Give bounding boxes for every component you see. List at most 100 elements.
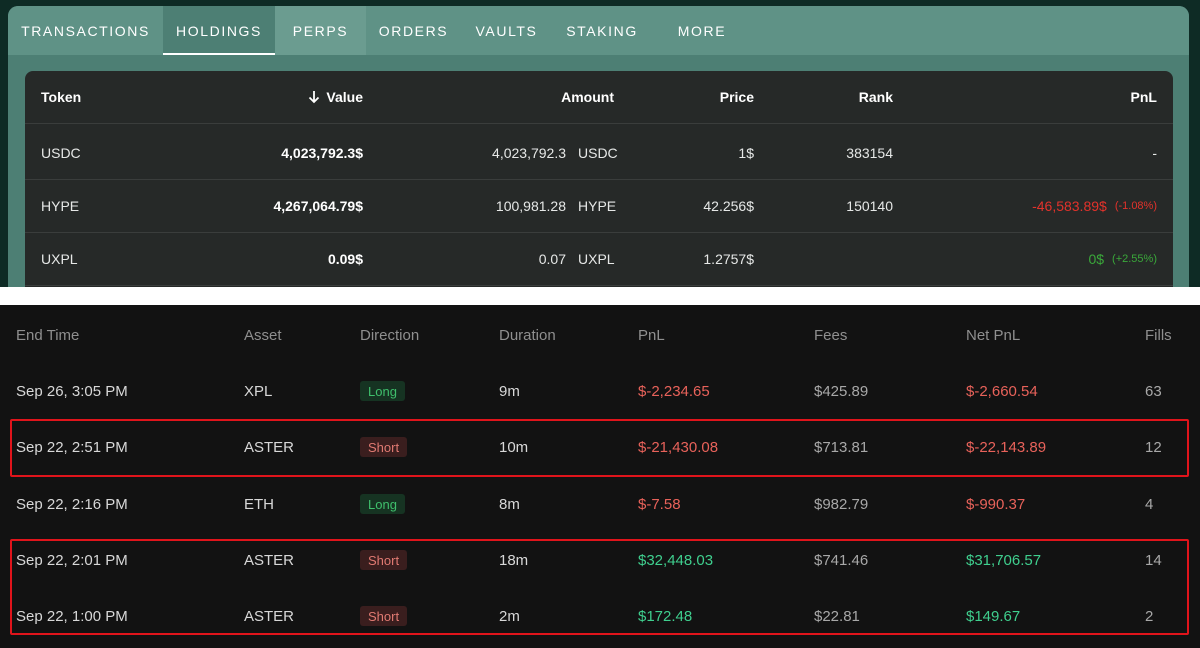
trade-fees: $982.79: [814, 495, 869, 513]
direction-badge: Long: [360, 381, 405, 401]
token-rank: 383154: [846, 145, 893, 161]
pnl-percent: (+2.55%): [1112, 253, 1157, 265]
header-rank[interactable]: Rank: [859, 71, 893, 123]
token-symbol: HYPE: [578, 198, 617, 214]
tab-perps[interactable]: PERPS: [275, 6, 366, 55]
trade-end-time: Sep 26, 3:05 PM: [16, 382, 128, 400]
trade-end-time: Sep 22, 1:00 PM: [16, 607, 128, 625]
trade-asset: ETH: [244, 495, 274, 513]
header-price[interactable]: Price: [720, 71, 754, 123]
trade-net-pnl: $31,706.57: [966, 551, 1042, 569]
tab-transactions[interactable]: TRANSACTIONS: [8, 6, 163, 55]
trades-panel: End Time Asset Direction Duration PnL Fe…: [0, 305, 1200, 648]
trade-fills: 14: [1145, 551, 1162, 569]
trade-pnl: $-2,234.65: [638, 382, 710, 400]
header-end-time[interactable]: End Time: [16, 307, 79, 363]
token-symbol: UXPL: [578, 251, 615, 267]
trade-pnl: $32,448.03: [638, 551, 714, 569]
trade-net-pnl: $-22,143.89: [966, 438, 1047, 456]
direction-badge: Short: [360, 550, 408, 570]
token-amount: 100,981.28: [495, 198, 566, 214]
header-pnl[interactable]: PnL: [638, 307, 665, 363]
table-row[interactable]: Sep 22, 2:51 PM ASTER Short 10m $-21,430…: [0, 419, 1200, 475]
trade-fees: $741.46: [814, 551, 869, 569]
token-symbol: USDC: [578, 145, 618, 161]
tab-staking[interactable]: STAKING: [552, 6, 652, 55]
header-fees[interactable]: Fees: [814, 307, 847, 363]
trade-end-time: Sep 22, 2:51 PM: [16, 438, 128, 456]
trade-duration: 2m: [499, 607, 520, 625]
trade-fills: 63: [1145, 382, 1162, 400]
trade-duration: 10m: [499, 438, 529, 456]
tab-more[interactable]: MORE: [652, 6, 752, 55]
trade-direction: Long: [360, 363, 405, 419]
trade-fills: 12: [1145, 438, 1162, 456]
token-name: HYPE: [41, 198, 80, 214]
table-row[interactable]: Sep 22, 1:00 PM ASTER Short 2m $172.48 $…: [0, 588, 1200, 644]
trade-direction: Long: [360, 476, 405, 532]
token-rank: 150140: [846, 198, 893, 214]
token-price: 1.2757$: [703, 251, 754, 267]
trade-direction: Short: [360, 588, 408, 644]
trade-net-pnl: $-990.37: [966, 495, 1026, 513]
token-pnl: 0$ (+2.55%): [1088, 233, 1157, 285]
tab-bar: TRANSACTIONS HOLDINGS PERPS ORDERS VAULT…: [8, 6, 1189, 55]
header-fills[interactable]: Fills: [1145, 307, 1172, 363]
token-price: 1$: [738, 145, 754, 161]
header-direction[interactable]: Direction: [360, 307, 419, 363]
table-row[interactable]: Sep 22, 2:16 PM ETH Long 8m $-7.58 $982.…: [0, 476, 1200, 532]
trades-header-row: End Time Asset Direction Duration PnL Fe…: [0, 307, 1200, 363]
header-duration[interactable]: Duration: [499, 307, 556, 363]
header-pnl[interactable]: PnL: [1131, 71, 1157, 123]
token-pnl: -46,583.89$ (-1.08%): [1032, 180, 1157, 232]
token-amount: 4,023,792.3: [492, 145, 566, 161]
header-token[interactable]: Token: [41, 71, 81, 123]
trade-pnl: $-21,430.08: [638, 438, 719, 456]
trade-fees: $713.81: [814, 438, 869, 456]
token-pnl: -: [1152, 145, 1157, 161]
header-asset[interactable]: Asset: [244, 307, 282, 363]
tab-vaults[interactable]: VAULTS: [461, 6, 552, 55]
header-net-pnl[interactable]: Net PnL: [966, 307, 1020, 363]
token-amount: 0.07: [538, 251, 566, 267]
table-row[interactable]: USDC 4,023,792.3$ 4,023,792.3 USDC 1$ 38…: [25, 127, 1173, 180]
trade-duration: 18m: [499, 551, 529, 569]
trade-fills: 2: [1145, 607, 1154, 625]
image-divider: [0, 287, 1200, 305]
trade-end-time: Sep 22, 2:16 PM: [16, 495, 128, 513]
table-row[interactable]: UXPL 0.09$ 0.07 UXPL 1.2757$ 0$ (+2.55%): [25, 233, 1173, 286]
header-value[interactable]: Value: [308, 71, 363, 123]
trade-duration: 9m: [499, 382, 520, 400]
token-price: 42.256$: [703, 198, 754, 214]
pnl-percent: (-1.08%): [1114, 200, 1157, 212]
trade-fees: $425.89: [814, 382, 869, 400]
pnl-value: 0$: [1088, 251, 1105, 267]
trade-net-pnl: $149.67: [966, 607, 1021, 625]
token-name: UXPL: [41, 251, 78, 267]
direction-badge: Short: [360, 606, 408, 626]
tab-orders[interactable]: ORDERS: [366, 6, 461, 55]
trade-asset: ASTER: [244, 438, 295, 456]
trade-direction: Short: [360, 419, 408, 475]
table-row[interactable]: Sep 26, 3:05 PM XPL Long 9m $-2,234.65 $…: [0, 363, 1200, 419]
trade-direction: Short: [360, 532, 408, 588]
trade-asset: XPL: [244, 382, 273, 400]
table-row[interactable]: Sep 22, 2:01 PM ASTER Short 18m $32,448.…: [0, 532, 1200, 588]
trade-asset: ASTER: [244, 551, 295, 569]
holdings-panel: TRANSACTIONS HOLDINGS PERPS ORDERS VAULT…: [0, 0, 1200, 287]
trade-end-time: Sep 22, 2:01 PM: [16, 551, 128, 569]
token-name: USDC: [41, 145, 81, 161]
trade-net-pnl: $-2,660.54: [966, 382, 1038, 400]
holdings-header-row: Token Value Amount Price Rank PnL: [25, 71, 1173, 124]
token-value: 4,267,064.79$: [273, 198, 363, 214]
trade-asset: ASTER: [244, 607, 295, 625]
trade-pnl: $-7.58: [638, 495, 681, 513]
holdings-table: Token Value Amount Price Rank PnL USDC 4…: [25, 71, 1173, 287]
trade-fills: 4: [1145, 495, 1154, 513]
token-value: 0.09$: [327, 251, 363, 267]
direction-badge: Short: [360, 437, 408, 457]
tab-holdings[interactable]: HOLDINGS: [163, 6, 275, 55]
table-row[interactable]: HYPE 4,267,064.79$ 100,981.28 HYPE 42.25…: [25, 180, 1173, 233]
trade-duration: 8m: [499, 495, 520, 513]
header-amount[interactable]: Amount: [561, 71, 614, 123]
